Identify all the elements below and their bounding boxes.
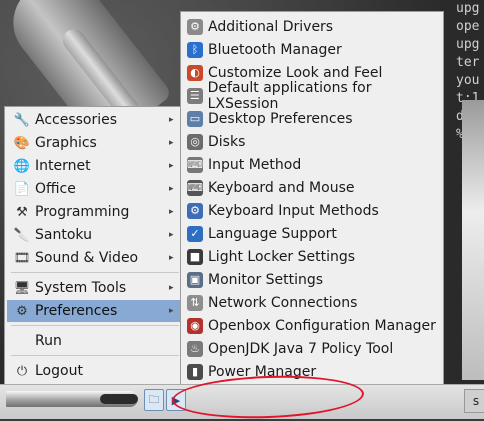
menu-item-label: Internet xyxy=(35,158,91,174)
menu-item-label: Logout xyxy=(35,363,83,379)
submenu-item-bluetooth-manager[interactable]: ᛒ Bluetooth Manager xyxy=(183,38,441,61)
menu-item-label: Programming xyxy=(35,204,130,220)
submenu-item-label: Desktop Preferences xyxy=(208,110,353,127)
submenu-item-openjdk-java-7-policy-tool[interactable]: ♨ OpenJDK Java 7 Policy Tool xyxy=(183,337,441,360)
light-locker-icon: ■ xyxy=(187,248,203,265)
menu-item-label: Preferences xyxy=(35,303,118,319)
terminal-line: you xyxy=(456,73,480,88)
additional-drivers-icon: ⚙ xyxy=(187,18,203,35)
submenu-item-label: Keyboard and Mouse xyxy=(208,179,355,196)
menu-item-office[interactable]: 📄 Office ▸ xyxy=(7,178,181,200)
menu-item-santoku[interactable]: 🔪 Santoku ▸ xyxy=(7,224,181,246)
logout-icon: ⏻ xyxy=(16,363,28,379)
menu-separator xyxy=(11,272,179,273)
monitor-settings-icon: ▣ xyxy=(187,271,203,288)
submenu-item-label: Openbox Configuration Manager xyxy=(208,317,436,334)
santoku-icon: 🔪 xyxy=(13,227,31,243)
submenu-item-label: Customize Look and Feel xyxy=(208,64,383,81)
submenu-item-keyboard-and-mouse[interactable]: ⌨ Keyboard and Mouse xyxy=(183,176,441,199)
menu-item-preferences[interactable]: ⚙ Preferences ▸ xyxy=(7,300,181,322)
submenu-item-light-locker-settings[interactable]: ■ Light Locker Settings xyxy=(183,245,441,268)
submenu-item-network-connections[interactable]: ⇅ Network Connections xyxy=(183,291,441,314)
programming-icon: ⚒ xyxy=(16,204,28,220)
disks-icon: ◎ xyxy=(187,133,203,150)
menu-item-label: Office xyxy=(35,181,76,197)
menu-item-internet[interactable]: 🌐 Internet ▸ xyxy=(7,155,181,177)
submenu-item-default-applications-for-lxsession[interactable]: ☰ Default applications for LXSession xyxy=(183,80,441,112)
submenu-item-label: Bluetooth Manager xyxy=(208,41,342,58)
submenu-item-label: Light Locker Settings xyxy=(208,248,356,265)
submenu-item-label: Monitor Settings xyxy=(208,271,324,288)
language-support-icon: ✓ xyxy=(187,225,203,242)
keyboard-input-icon: ⚙ xyxy=(187,202,203,219)
menu-item-sound-video[interactable]: 🎞 Sound & Video ▸ xyxy=(7,247,181,269)
openjdk-policy-icon: ♨ xyxy=(187,340,203,357)
submenu-item-additional-drivers[interactable]: ⚙ Additional Drivers xyxy=(183,15,441,38)
file-manager-icon[interactable]: 🗀 xyxy=(144,389,164,411)
submenu-item-language-support[interactable]: ✓ Language Support xyxy=(183,222,441,245)
terminal-line: ope xyxy=(456,19,480,34)
submenu-item-desktop-preferences[interactable]: ▭ Desktop Preferences xyxy=(183,107,441,130)
default-apps-icon: ☰ xyxy=(187,87,203,104)
openbox-config-icon: ◉ xyxy=(187,317,203,334)
submenu-item-label: Additional Drivers xyxy=(208,18,334,35)
office-icon: 📄 xyxy=(13,181,31,197)
run-icon xyxy=(13,332,31,350)
menu-item-programming[interactable]: ⚒ Programming ▸ xyxy=(7,201,181,223)
submenu-item-label: Input Method xyxy=(208,156,302,173)
submenu-item-monitor-settings[interactable]: ▣ Monitor Settings xyxy=(183,268,441,291)
terminal-line: upg xyxy=(456,1,480,16)
knife-handle-graphic xyxy=(100,394,138,404)
menu-item-label: Graphics xyxy=(35,135,97,151)
menu-item-system-tools[interactable]: 🖥 System Tools ▸ xyxy=(7,277,181,299)
submenu-item-label: OpenJDK Java 7 Policy Tool xyxy=(208,340,394,357)
bluetooth-icon: ᛒ xyxy=(187,41,203,58)
menu-item-accessories[interactable]: 🔧 Accessories ▸ xyxy=(7,109,181,131)
menu-item-label: Santoku xyxy=(35,227,92,243)
preferences-submenu: ⚙ Additional Drivers ᛒ Bluetooth Manager ◐ Cu… xyxy=(180,11,444,410)
graphics-icon: 🎨 xyxy=(13,135,31,151)
menu-item-label: Accessories xyxy=(35,112,118,128)
submenu-item-openbox-configuration-manager[interactable]: ◉ Openbox Configuration Manager xyxy=(183,314,441,337)
terminal-line: upg xyxy=(456,37,480,52)
submenu-item-label: Disks xyxy=(208,133,246,150)
taskbar-window-button[interactable]: s xyxy=(464,389,484,413)
accessories-icon: 🔧 xyxy=(13,112,31,128)
menu-item-graphics[interactable]: 🎨 Graphics ▸ xyxy=(7,132,181,154)
power-manager-icon: ▮ xyxy=(187,363,203,380)
keyboard-mouse-icon: ⌨ xyxy=(187,179,203,196)
wallpaper-knife-blade xyxy=(462,100,484,380)
menu-item-run[interactable]: Run xyxy=(7,330,181,352)
internet-icon: 🌐 xyxy=(13,158,31,174)
submenu-item-label: Keyboard Input Methods xyxy=(208,202,379,219)
menu-separator xyxy=(11,325,179,326)
desktop-preferences-icon: ▭ xyxy=(187,110,203,127)
input-method-icon: ⌨ xyxy=(187,156,203,173)
submenu-item-label: Network Connections xyxy=(208,294,358,311)
menu-item-label: Run xyxy=(35,333,62,349)
submenu-item-label: Language Support xyxy=(208,225,337,242)
network-connections-icon: ⇅ xyxy=(187,294,203,311)
menu-item-label: System Tools xyxy=(35,280,127,296)
menu-item-label: Sound & Video xyxy=(35,250,139,266)
submenu-item-keyboard-input-methods[interactable]: ⚙ Keyboard Input Methods xyxy=(183,199,441,222)
preferences-icon: ⚙ xyxy=(16,303,28,319)
submenu-item-input-method[interactable]: ⌨ Input Method xyxy=(183,153,441,176)
main-menu: 🔧 Accessories ▸ 🎨 Graphics ▸ 🌐 Internet ▸ 📄 Office… xyxy=(4,106,184,388)
menu-separator xyxy=(11,355,179,356)
customize-look-icon: ◐ xyxy=(187,64,203,81)
submenu-item-disks[interactable]: ◎ Disks xyxy=(183,130,441,153)
terminal-line: ter xyxy=(456,55,480,70)
menu-item-logout[interactable]: ⏻ Logout xyxy=(7,360,181,382)
sound-video-icon: 🎞 xyxy=(13,250,31,266)
system-tools-icon: 🖥 xyxy=(13,280,31,296)
